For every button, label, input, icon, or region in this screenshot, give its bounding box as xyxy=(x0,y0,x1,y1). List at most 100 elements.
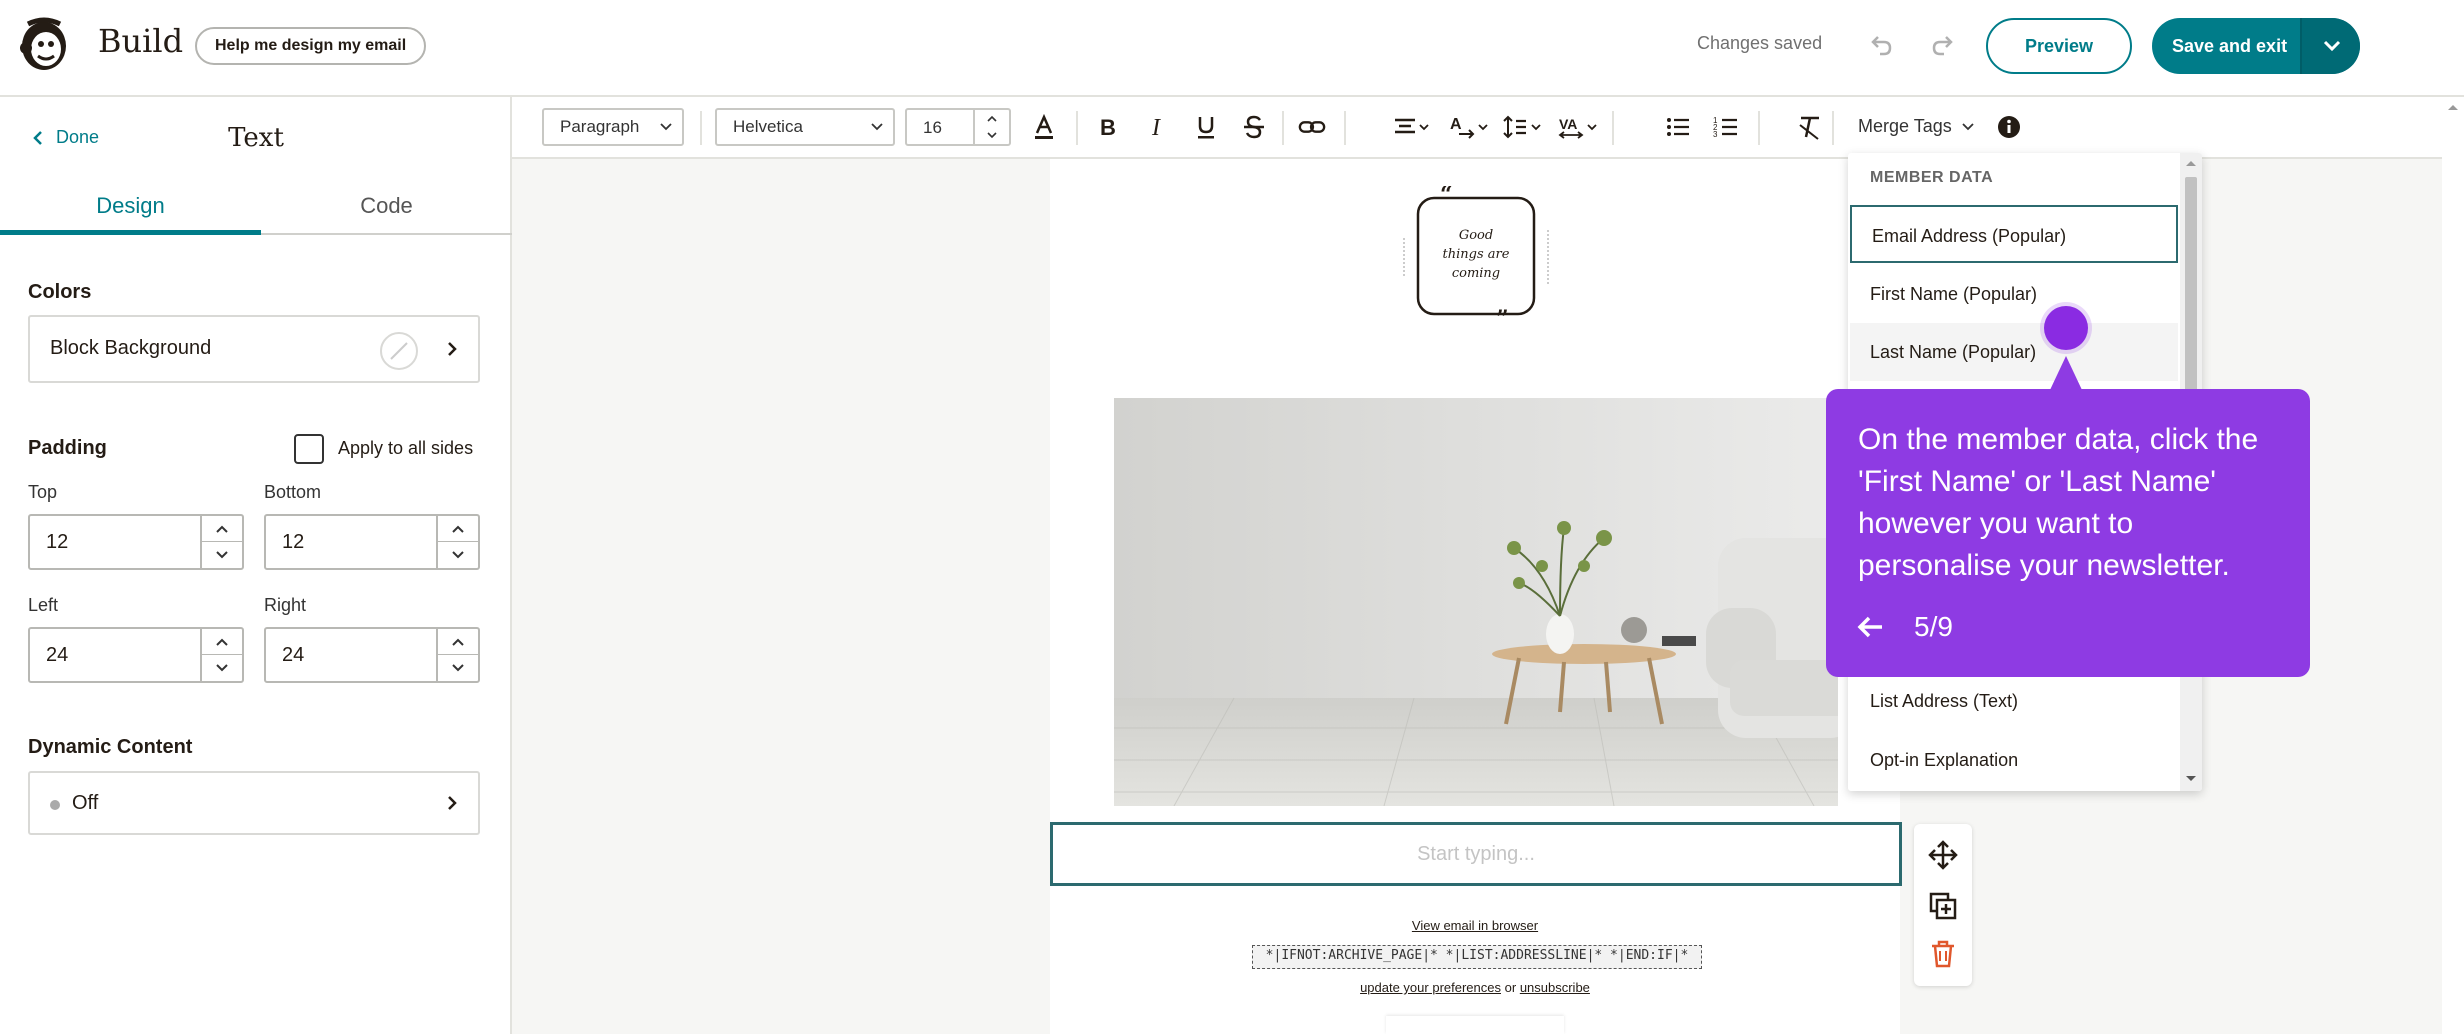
svg-text:things are: things are xyxy=(1443,247,1510,262)
help-design-button[interactable]: Help me design my email xyxy=(195,27,427,65)
save-options-chevron-down-icon[interactable] xyxy=(2300,18,2360,74)
mailchimp-logo-icon[interactable] xyxy=(16,16,72,74)
tooltip-text: On the member data, click the 'First Nam… xyxy=(1858,423,2259,582)
footer-preferences: update your preferences or unsubscribe xyxy=(1050,980,1900,995)
delete-trash-icon[interactable] xyxy=(1930,940,1956,968)
padding-right-stepper[interactable]: 24 xyxy=(264,627,480,683)
align-chevron-down-icon[interactable] xyxy=(1392,113,1432,141)
increment-chevron-up-icon[interactable] xyxy=(202,629,242,655)
padding-top-label: Top xyxy=(28,482,58,502)
text-direction-chevron-down-icon[interactable]: A xyxy=(1449,113,1491,141)
page-scrollbar[interactable] xyxy=(2442,97,2464,1034)
scroll-up-icon[interactable] xyxy=(2185,159,2197,167)
decrement-chevron-down-icon[interactable] xyxy=(438,655,478,681)
svg-text:3: 3 xyxy=(1713,130,1718,139)
strikethrough-icon[interactable] xyxy=(1240,113,1268,141)
chevron-down-icon[interactable] xyxy=(975,127,1009,144)
merge-tag-email-address[interactable]: Email Address (Popular) xyxy=(1850,205,2178,263)
tour-step-counter: 5/9 xyxy=(1914,611,1953,642)
block-tools xyxy=(1914,824,1972,986)
dynamic-content-row[interactable]: Off xyxy=(28,771,480,835)
tab-code[interactable]: Code xyxy=(261,193,512,235)
move-icon[interactable] xyxy=(1928,840,1958,870)
chevron-up-icon[interactable] xyxy=(975,110,1009,127)
page-title: Build xyxy=(98,22,184,60)
bullet-list-icon[interactable] xyxy=(1664,113,1692,141)
unsubscribe-link[interactable]: unsubscribe xyxy=(1520,980,1590,995)
underline-icon[interactable] xyxy=(1192,113,1220,141)
clear-formatting-icon[interactable] xyxy=(1796,113,1824,141)
increment-chevron-up-icon[interactable] xyxy=(202,516,242,542)
tour-tooltip: On the member data, click the 'First Nam… xyxy=(1826,389,2310,677)
merge-code-block[interactable]: *|IFNOT:ARCHIVE_PAGE|* *|LIST:ADDRESSLIN… xyxy=(1252,945,1702,969)
or-text: or xyxy=(1504,980,1517,995)
info-icon[interactable] xyxy=(1996,114,2022,140)
bold-icon[interactable]: B xyxy=(1094,113,1122,141)
merge-tag-last-name[interactable]: Last Name (Popular) xyxy=(1850,323,2178,381)
merge-tags-button[interactable]: Merge Tags xyxy=(1858,116,1974,137)
merge-tag-first-name[interactable]: First Name (Popular) xyxy=(1850,265,2178,323)
scroll-down-icon[interactable] xyxy=(2185,775,2197,783)
dropdown-scroll-thumb[interactable] xyxy=(2185,177,2197,397)
merge-tags-label: Merge Tags xyxy=(1858,116,1952,136)
padding-heading: Padding xyxy=(28,437,107,459)
bottom-card xyxy=(1386,1016,1564,1034)
padding-top-stepper[interactable]: 12 xyxy=(28,514,244,570)
padding-left-stepper[interactable]: 24 xyxy=(28,627,244,683)
font-size-stepper[interactable]: 16 xyxy=(905,108,1011,146)
quote-logo-image[interactable]: “ ” Good things are coming xyxy=(1396,186,1560,320)
numbered-list-icon[interactable]: 123 xyxy=(1712,113,1740,141)
back-arrow-icon[interactable] xyxy=(1856,613,1886,641)
toolbar-divider xyxy=(1076,111,1078,145)
done-button[interactable]: Done xyxy=(32,127,99,148)
stepper-buttons xyxy=(436,516,478,568)
redo-icon[interactable] xyxy=(1928,30,1958,60)
dynamic-content-value: Off xyxy=(72,792,99,814)
padding-bottom-stepper[interactable]: 12 xyxy=(264,514,480,570)
merge-tag-list-address[interactable]: List Address (Text) xyxy=(1850,672,2178,730)
increment-chevron-up-icon[interactable] xyxy=(438,629,478,655)
decrement-chevron-down-icon[interactable] xyxy=(202,655,242,681)
decrement-chevron-down-icon[interactable] xyxy=(438,542,478,568)
stepper-buttons xyxy=(200,629,242,681)
save-exit-button[interactable]: Save and exit xyxy=(2152,18,2300,74)
undo-icon[interactable] xyxy=(1866,30,1896,60)
link-icon[interactable] xyxy=(1298,113,1326,141)
block-background-row[interactable]: Block Background xyxy=(28,315,480,383)
text-block-editor[interactable]: Start typing... xyxy=(1050,822,1902,886)
increment-chevron-up-icon[interactable] xyxy=(438,516,478,542)
merge-tag-opt-in[interactable]: Opt-in Explanation xyxy=(1850,731,2178,789)
padding-left-value: 24 xyxy=(46,644,69,666)
decrement-chevron-down-icon[interactable] xyxy=(202,542,242,568)
padding-right-label: Right xyxy=(264,595,307,615)
tour-hotspot[interactable] xyxy=(2044,306,2088,350)
update-preferences-link[interactable]: update your preferences xyxy=(1360,980,1501,995)
padding-bottom-value: 12 xyxy=(282,531,305,553)
view-in-browser-link[interactable]: View email in browser xyxy=(1050,918,1900,933)
font-select[interactable]: Helvetica xyxy=(715,108,895,146)
italic-icon[interactable]: I xyxy=(1144,113,1172,141)
svg-text:coming: coming xyxy=(1452,266,1500,281)
font-size-value: 16 xyxy=(923,118,942,137)
apply-all-sides-label: Apply to all sides xyxy=(338,438,474,458)
padding-top-value: 12 xyxy=(46,531,69,553)
chevron-down-icon xyxy=(871,123,883,131)
paragraph-select[interactable]: Paragraph xyxy=(542,108,684,146)
svg-text:I: I xyxy=(1151,115,1161,141)
chevron-left-icon xyxy=(33,130,42,145)
toolbar-divider xyxy=(1832,111,1834,145)
living-room-photo-image[interactable] xyxy=(1114,398,1838,806)
line-height-chevron-down-icon[interactable] xyxy=(1502,113,1544,141)
scroll-up-icon[interactable] xyxy=(2447,103,2459,111)
text-color-icon[interactable] xyxy=(1030,113,1058,141)
duplicate-icon[interactable] xyxy=(1929,892,1957,920)
toolbar-divider xyxy=(1282,111,1284,145)
left-panel: Text Done Design Code Colors Block Backg… xyxy=(0,97,512,1034)
preview-button[interactable]: Preview xyxy=(1986,18,2132,74)
letter-spacing-chevron-down-icon[interactable]: VA xyxy=(1558,113,1600,141)
status-dot-icon xyxy=(50,800,60,810)
apply-all-sides-checkbox[interactable] xyxy=(294,434,324,464)
top-bar: Build Help me design my email Changes sa… xyxy=(0,0,2464,97)
save-exit-group: Save and exit xyxy=(2152,18,2360,74)
tab-design[interactable]: Design xyxy=(0,193,261,235)
